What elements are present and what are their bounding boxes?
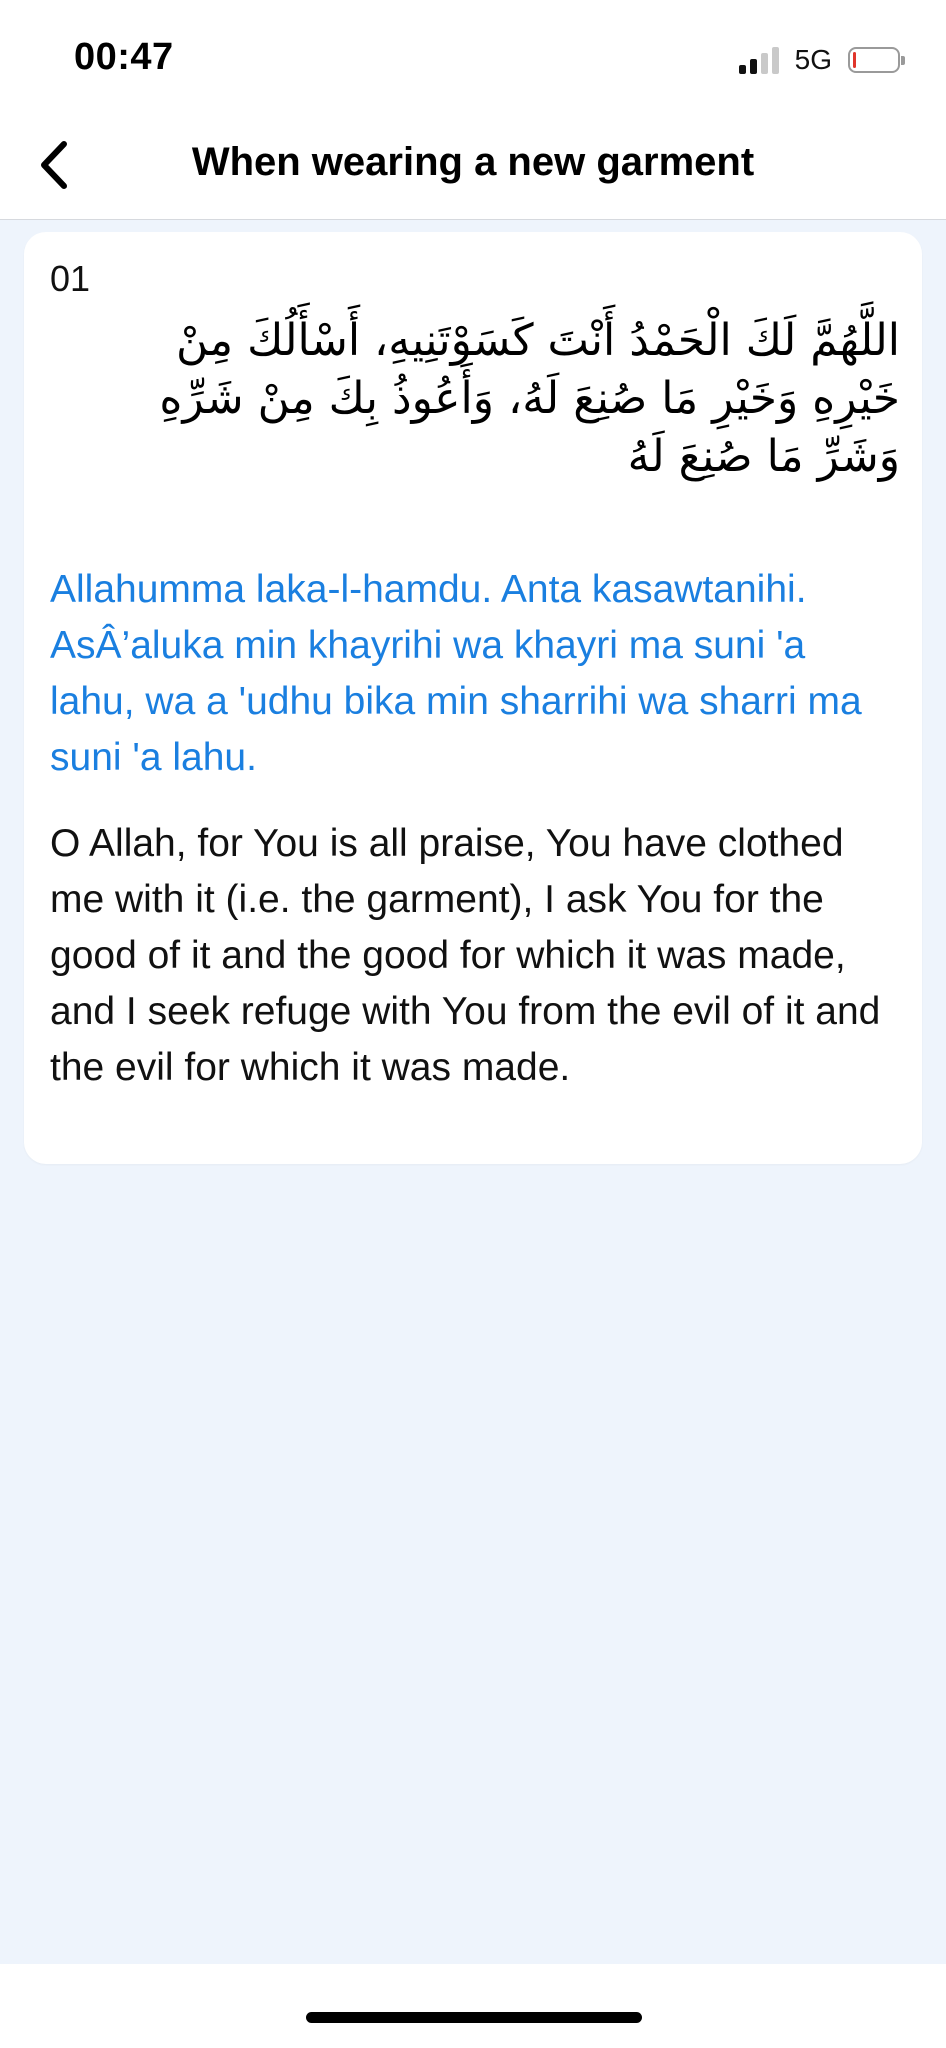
translation-text: O Allah, for You is all praise, You have… bbox=[50, 822, 881, 1089]
bottom-safe-area bbox=[0, 1964, 946, 2048]
content-area[interactable]: 01 اللَّهُمَّ لَكَ الْحَمْدُ أَنْتَ كَسَ… bbox=[0, 220, 946, 1964]
battery-icon bbox=[848, 47, 905, 73]
battery-level-fill bbox=[853, 52, 856, 68]
dua-card: 01 اللَّهُمَّ لَكَ الْحَمْدُ أَنْتَ كَسَ… bbox=[24, 232, 922, 1164]
status-time: 00:47 bbox=[74, 36, 174, 78]
navigation-bar: When wearing a new garment bbox=[0, 110, 946, 220]
cellular-signal-icon bbox=[738, 46, 779, 74]
arabic-text: اللَّهُمَّ لَكَ الْحَمْدُ أَنْتَ كَسَوْت… bbox=[159, 315, 900, 482]
chevron-left-icon bbox=[41, 141, 67, 189]
status-indicators: 5G bbox=[738, 44, 905, 76]
dua-number: 01 bbox=[50, 258, 91, 299]
page-title: When wearing a new garment bbox=[191, 140, 755, 184]
status-bar: 00:47 5G bbox=[0, 0, 946, 110]
network-type-label: 5G bbox=[794, 44, 832, 75]
home-indicator[interactable] bbox=[306, 2012, 642, 2023]
back-button[interactable] bbox=[20, 132, 86, 198]
transliteration-text: Allahumma laka-l-hamdu. Anta kasawtanihi… bbox=[50, 568, 862, 779]
